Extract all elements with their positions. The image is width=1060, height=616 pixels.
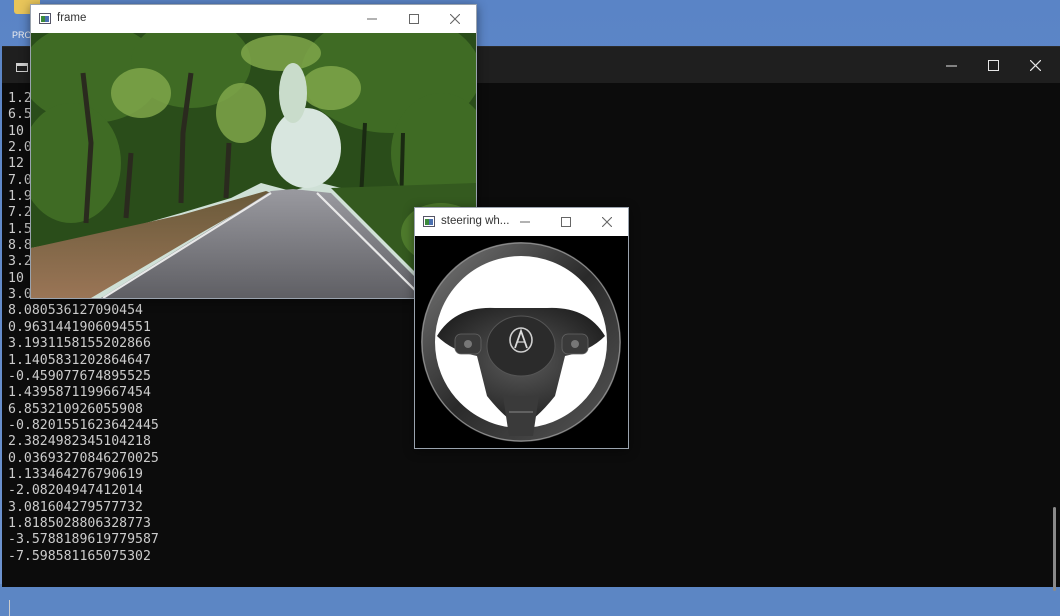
scrollbar-thumb[interactable]	[1053, 507, 1056, 591]
minimize-button[interactable]	[930, 47, 972, 83]
terminal-line: -0.8201551623642445	[8, 417, 159, 433]
close-button[interactable]	[1014, 47, 1056, 83]
terminal-line: -0.459077674895525	[8, 368, 151, 384]
minimize-icon	[945, 65, 957, 66]
maximize-icon	[409, 14, 419, 24]
terminal-line: 3.081604279577732	[8, 499, 143, 515]
terminal-line: 6.853210926055908	[8, 401, 143, 417]
maximize-icon	[987, 59, 999, 71]
maximize-icon	[561, 217, 571, 227]
terminal-line: 1.1405831202864647	[8, 352, 151, 368]
close-icon	[450, 14, 460, 24]
steering-close-button[interactable]	[586, 208, 628, 236]
minimize-icon	[367, 18, 377, 20]
terminal-line: 1.4395871199667454	[8, 385, 151, 401]
terminal-line: 0.9631441906094551	[8, 319, 151, 335]
terminal-line: 2.3824982345104218	[8, 434, 151, 450]
text-cursor	[9, 600, 10, 616]
terminal-line: 1.8185028806328773	[8, 515, 151, 531]
terminal-icon	[16, 63, 28, 72]
steering-wheel-view	[415, 236, 628, 448]
steering-minimize-button[interactable]	[504, 208, 546, 236]
maximize-button[interactable]	[972, 47, 1014, 83]
window-app-icon	[39, 13, 51, 24]
terminal-line: -7.598581165075302	[8, 548, 151, 564]
frame-minimize-button[interactable]	[351, 5, 393, 33]
terminal-line: -3.5788189619779587	[8, 532, 159, 548]
terminal-line: 3.1931158155202866	[8, 336, 151, 352]
window-app-icon	[423, 216, 435, 227]
terminal-line: 0.03693270846270025	[8, 450, 159, 466]
road-video-frame	[31, 33, 476, 298]
steering-maximize-button[interactable]	[545, 208, 587, 236]
close-icon	[1029, 59, 1041, 71]
road-scene-image	[31, 33, 476, 298]
steering-wheel-image	[415, 236, 628, 448]
frame-maximize-button[interactable]	[393, 5, 435, 33]
terminal-line: 8.080536127090454	[8, 303, 143, 319]
minimize-icon	[520, 221, 530, 223]
frame-window-title: frame	[57, 12, 87, 24]
frame-window: frame	[30, 4, 477, 299]
close-icon	[602, 217, 612, 227]
terminal-line: 1.133464276790619	[8, 466, 143, 482]
desktop-icon-label[interactable]: PRO	[12, 30, 32, 40]
frame-titlebar[interactable]: frame	[31, 5, 476, 33]
steering-window: steering wh...	[414, 207, 629, 449]
steering-titlebar[interactable]: steering wh...	[415, 208, 628, 236]
frame-close-button[interactable]	[434, 5, 476, 33]
terminal-line: -2.08204947412014	[8, 483, 143, 499]
steering-window-title: steering wh...	[441, 215, 510, 227]
